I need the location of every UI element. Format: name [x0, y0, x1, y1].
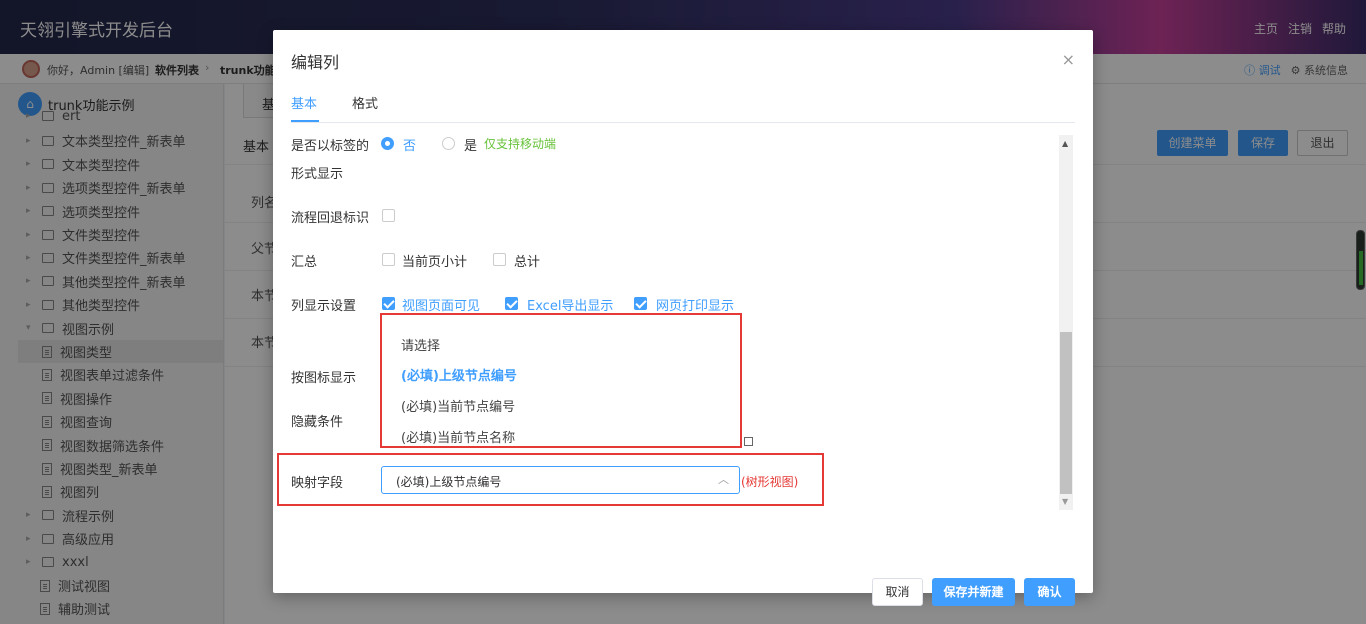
flow-back-checkbox[interactable]: [382, 209, 395, 222]
chevron-up-icon: ︿: [718, 473, 729, 486]
active-tab-underline: [291, 120, 319, 122]
flow-back-label: 流程回退标识: [291, 211, 370, 226]
tag-mobile-note: 仅支持移动端: [484, 137, 557, 151]
column-display-label: 列显示设置: [291, 299, 357, 314]
excel-export-label[interactable]: Excel导出显示: [527, 295, 613, 314]
scroll-down-icon[interactable]: ▼: [1062, 497, 1068, 506]
view-visible-checkbox[interactable]: [382, 297, 395, 310]
mapping-field-select[interactable]: (必填)上级节点编号 ︿: [381, 466, 740, 494]
total-label[interactable]: 总计: [514, 251, 540, 270]
dialog-tabs: 基本 格式: [291, 86, 1075, 123]
summary-label: 汇总: [291, 255, 318, 270]
mapping-dropdown-list: 请选择 (必填)上级节点编号 (必填)当前节点编号 (必填)当前节点名称: [380, 313, 742, 448]
total-checkbox[interactable]: [493, 253, 506, 266]
tag-display-label: 是否以标签的: [291, 139, 370, 154]
page-subtotal-label[interactable]: 当前页小计: [402, 251, 467, 270]
save-and-new-button[interactable]: 保存并新建: [932, 578, 1015, 606]
tag-yes-label[interactable]: 是: [464, 135, 477, 154]
print-display-label[interactable]: 网页打印显示: [656, 295, 734, 314]
tag-yes-radio[interactable]: [442, 137, 455, 150]
scrollbar-thumb[interactable]: [1060, 332, 1072, 494]
dropdown-option[interactable]: 请选择: [401, 335, 440, 354]
edit-column-dialog: 编辑列 × 基本 格式 是否以标签的 形式显示 否 是 仅支持移动端 流程回退标…: [273, 30, 1093, 606]
tag-no-radio[interactable]: [381, 137, 394, 150]
close-icon[interactable]: ×: [1062, 50, 1075, 69]
edit-icon[interactable]: [744, 437, 753, 446]
tree-view-note: (树形视图): [741, 475, 799, 489]
icon-display-label: 按图标显示: [291, 371, 357, 386]
dialog-title: 编辑列: [291, 53, 340, 72]
dropdown-option-selected[interactable]: (必填)上级节点编号: [401, 365, 517, 384]
tab-basic[interactable]: 基本: [291, 93, 317, 112]
dropdown-option[interactable]: (必填)当前节点编号: [401, 396, 515, 415]
dialog-scrollbar[interactable]: ▲ ▼: [1059, 135, 1073, 510]
tag-display-label-2: 形式显示: [291, 167, 344, 182]
tab-format[interactable]: 格式: [352, 93, 378, 112]
cancel-button[interactable]: 取消: [872, 578, 923, 606]
hide-condition-label: 隐藏条件: [291, 415, 344, 430]
view-visible-label[interactable]: 视图页面可见: [402, 295, 480, 314]
tag-no-label[interactable]: 否: [403, 135, 416, 154]
scroll-up-icon[interactable]: ▲: [1062, 139, 1068, 148]
print-display-checkbox[interactable]: [634, 297, 647, 310]
mapping-select-value: (必填)上级节点编号: [396, 475, 502, 489]
excel-export-checkbox[interactable]: [505, 297, 518, 310]
dropdown-option[interactable]: (必填)当前节点名称: [401, 427, 515, 446]
confirm-button[interactable]: 确认: [1024, 578, 1075, 606]
page-subtotal-checkbox[interactable]: [382, 253, 395, 266]
